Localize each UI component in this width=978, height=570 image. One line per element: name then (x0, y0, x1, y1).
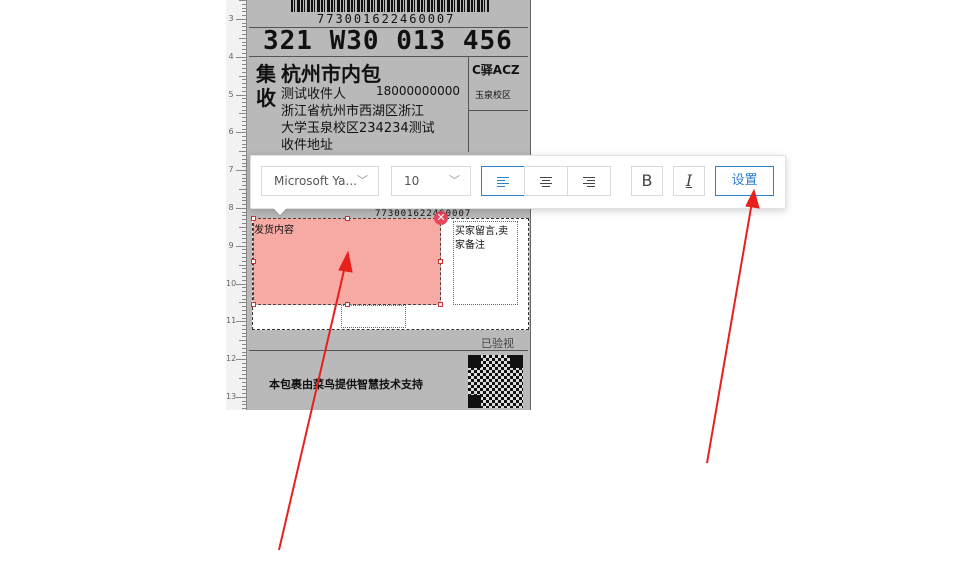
arrow-head-icon (338, 250, 353, 273)
arrow-to-element (278, 265, 346, 551)
arrow-to-settings (706, 201, 753, 464)
annotation-arrows (278, 188, 760, 551)
arrow-head-icon (745, 188, 760, 209)
